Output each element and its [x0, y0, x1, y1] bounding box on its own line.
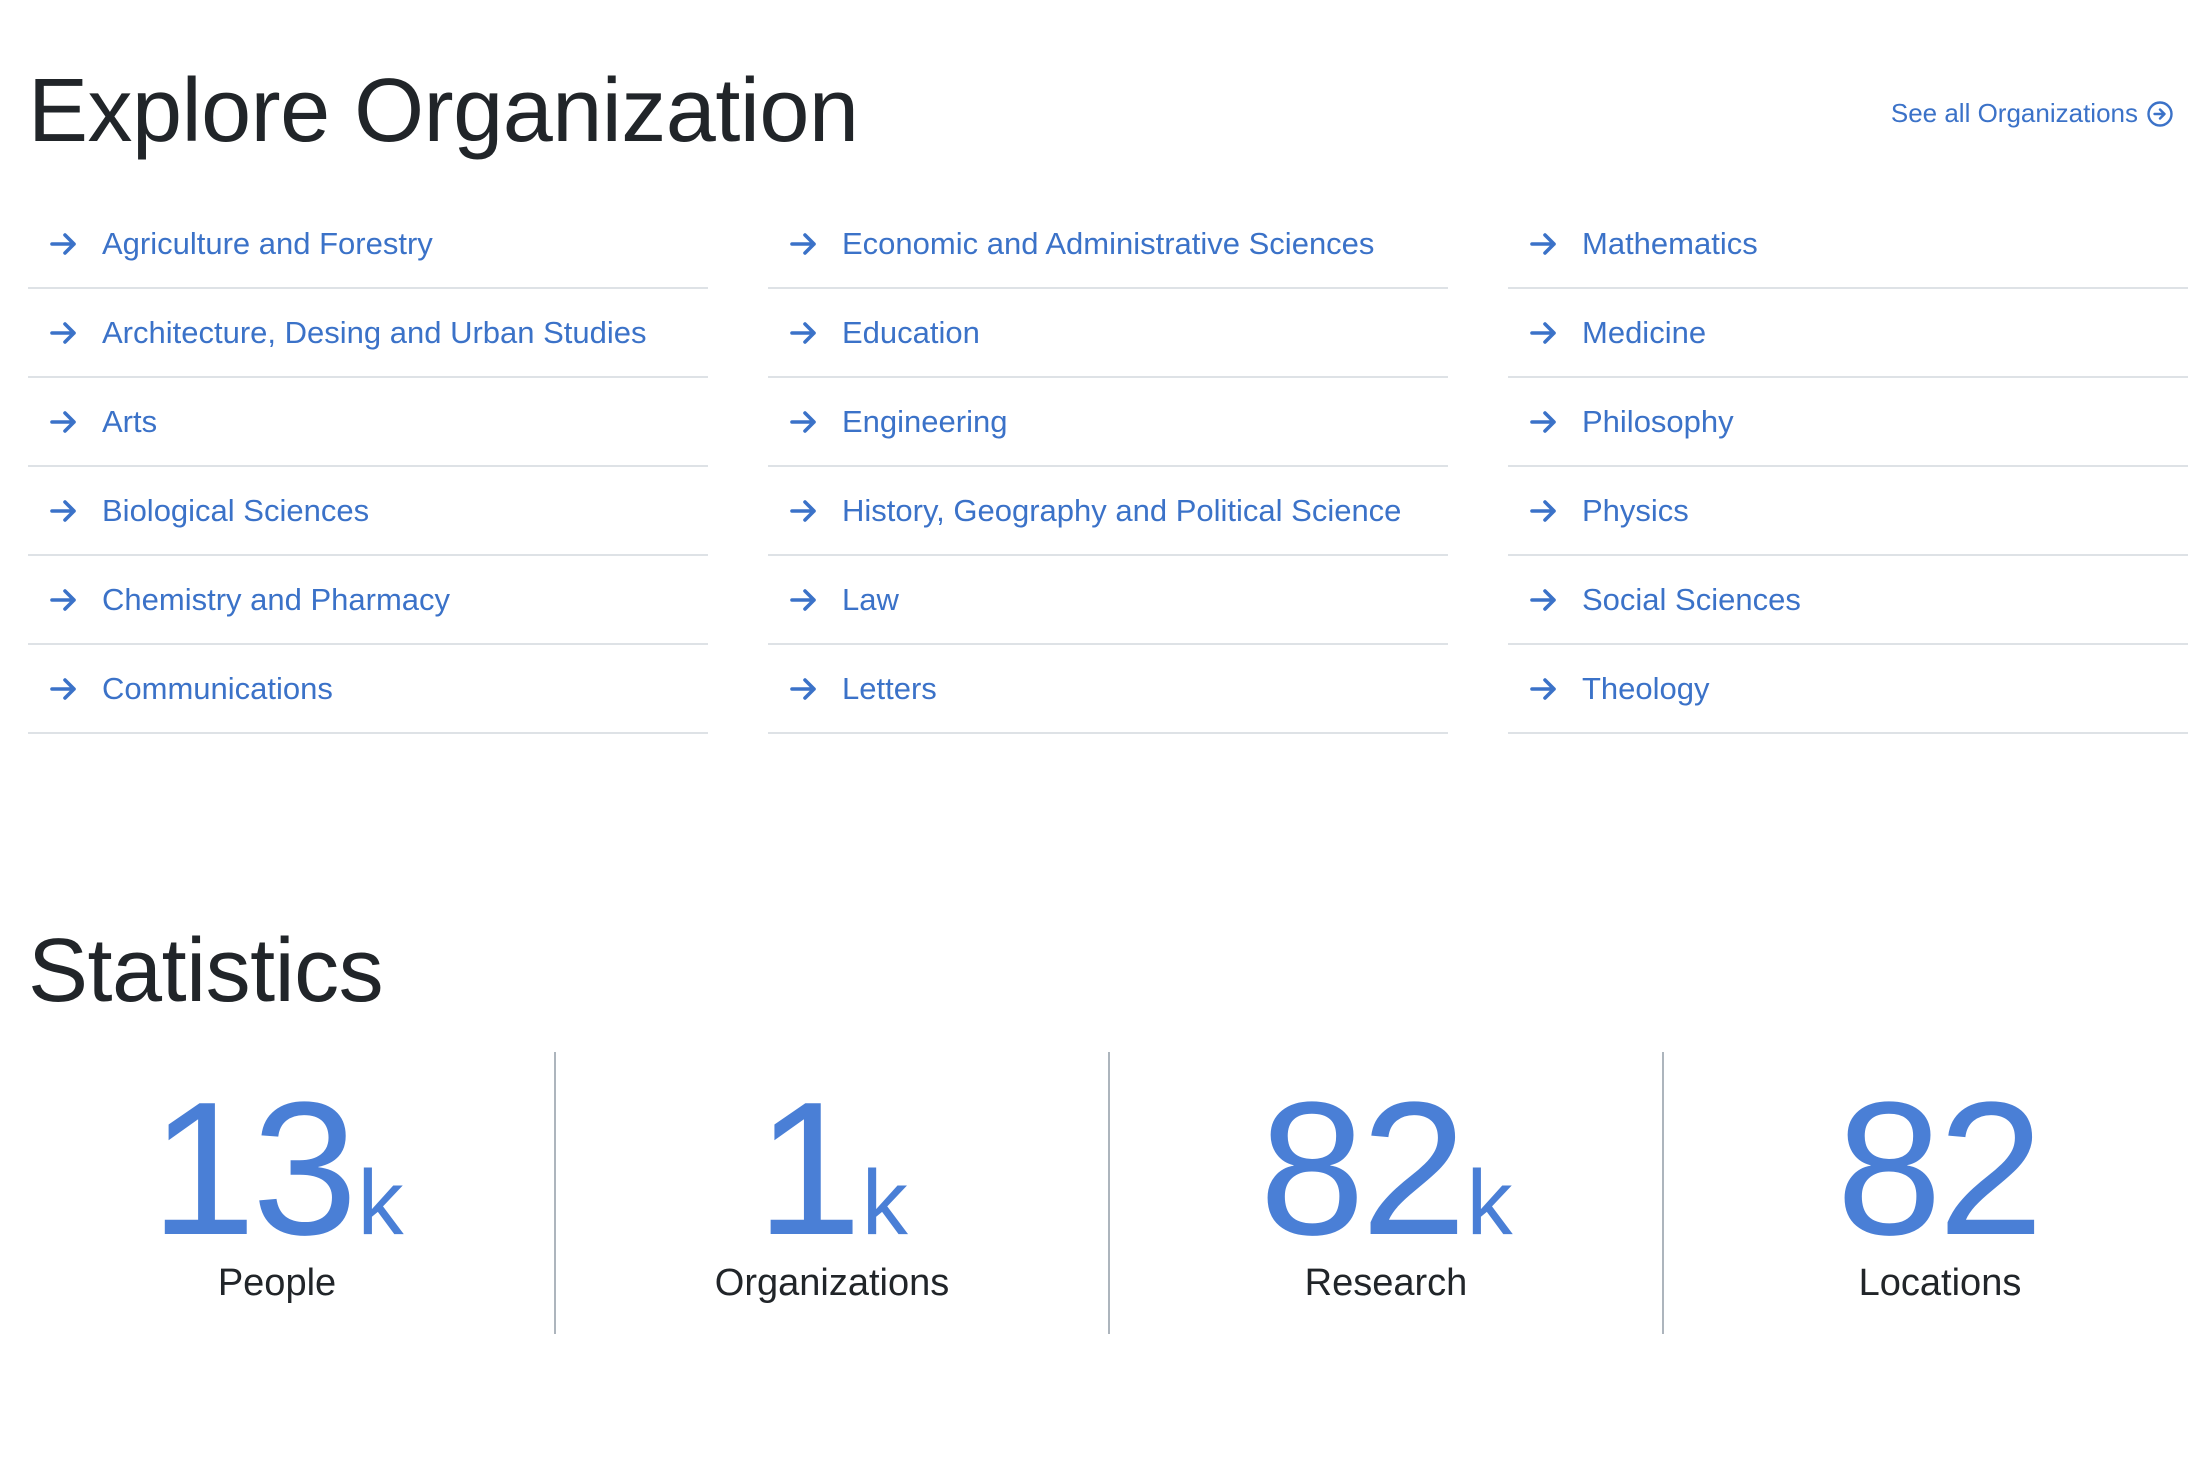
- stat-locations: 82 Locations: [1662, 1052, 2188, 1334]
- organization-link-item[interactable]: Biological Sciences: [28, 467, 708, 556]
- stat-number: 82: [1259, 1063, 1466, 1275]
- organization-link-item[interactable]: Theology: [1508, 645, 2188, 734]
- arrow-right-icon: [1528, 228, 1560, 260]
- stat-number: 1: [756, 1063, 862, 1275]
- organization-link-item[interactable]: Economic and Administrative Sciences: [768, 200, 1448, 289]
- stat-unit: k: [861, 1152, 908, 1254]
- organization-link-label: Chemistry and Pharmacy: [102, 581, 451, 617]
- stat-value: 1k: [556, 1074, 1108, 1264]
- stat-research: 82k Research: [1108, 1052, 1662, 1334]
- organization-link-label: Philosophy: [1582, 403, 1734, 439]
- organization-link-label: Theology: [1582, 670, 1710, 706]
- organization-link-label: Education: [842, 314, 980, 350]
- stat-unit: k: [357, 1152, 404, 1254]
- organization-link-label: Economic and Administrative Sciences: [842, 225, 1375, 261]
- arrow-right-icon: [48, 406, 80, 438]
- organization-link-item[interactable]: Law: [768, 556, 1448, 645]
- stat-label: Locations: [1858, 1262, 2022, 1304]
- arrow-right-icon: [788, 584, 820, 616]
- organization-link-item[interactable]: Letters: [768, 645, 1448, 734]
- statistics-title: Statistics: [28, 921, 384, 1021]
- organization-link-item[interactable]: Physics: [1508, 467, 2188, 556]
- stat-organizations: 1k Organizations: [554, 1052, 1108, 1334]
- arrow-right-icon: [788, 406, 820, 438]
- arrow-right-icon: [788, 228, 820, 260]
- organization-link-item[interactable]: Agriculture and Forestry: [28, 200, 708, 289]
- stat-value: 13k: [0, 1074, 554, 1264]
- see-all-organizations-link[interactable]: See all Organizations: [1891, 98, 2174, 129]
- stat-value: 82: [1664, 1074, 2188, 1264]
- arrow-right-icon: [788, 495, 820, 527]
- stat-label: Organizations: [714, 1262, 950, 1304]
- organization-link-item[interactable]: Mathematics: [1508, 200, 2188, 289]
- organization-link-label: Medicine: [1582, 314, 1707, 350]
- organization-link-label: Letters: [842, 670, 937, 706]
- organization-link-label: Physics: [1582, 492, 1689, 528]
- organization-link-item[interactable]: History, Geography and Political Science: [768, 467, 1448, 556]
- arrow-right-icon: [1528, 673, 1560, 705]
- organization-column: Agriculture and Forestry Architecture, D…: [28, 200, 708, 734]
- organization-link-label: Architecture, Desing and Urban Studies: [102, 314, 647, 350]
- arrow-right-icon: [788, 317, 820, 349]
- organization-link-item[interactable]: Education: [768, 289, 1448, 378]
- arrow-right-icon: [48, 228, 80, 260]
- stat-number: 13: [150, 1063, 357, 1275]
- organization-link-label: Agriculture and Forestry: [102, 225, 433, 261]
- organization-link-item[interactable]: Arts: [28, 378, 708, 467]
- organization-link-item[interactable]: Communications: [28, 645, 708, 734]
- arrow-right-icon: [48, 584, 80, 616]
- statistics-row: 13k People 1k Organizations 82k Research…: [0, 1052, 2188, 1334]
- organization-category-grid: Agriculture and Forestry Architecture, D…: [28, 200, 2188, 734]
- organization-link-label: Arts: [102, 403, 158, 439]
- organization-link-label: History, Geography and Political Science: [842, 492, 1402, 528]
- organization-link-item[interactable]: Engineering: [768, 378, 1448, 467]
- organization-link-label: Communications: [102, 670, 333, 706]
- arrow-right-icon: [1528, 317, 1560, 349]
- organization-link-label: Mathematics: [1582, 225, 1758, 261]
- organization-column: Economic and Administrative Sciences Edu…: [768, 200, 1448, 734]
- organization-link-item[interactable]: Social Sciences: [1508, 556, 2188, 645]
- stat-unit: k: [1466, 1152, 1513, 1254]
- arrow-right-icon: [48, 495, 80, 527]
- stat-people: 13k People: [0, 1052, 554, 1334]
- organization-link-label: Engineering: [842, 403, 1008, 439]
- organization-link-item[interactable]: Architecture, Desing and Urban Studies: [28, 289, 708, 378]
- explore-organization-title: Explore Organization: [28, 61, 859, 161]
- stat-number: 82: [1836, 1063, 2043, 1275]
- organization-link-label: Law: [842, 581, 899, 617]
- arrow-right-circle-icon: [2146, 100, 2174, 128]
- organization-column: Mathematics Medicine Philosophy Physics …: [1508, 200, 2188, 734]
- stat-value: 82k: [1110, 1074, 1662, 1264]
- stat-label: People: [217, 1262, 337, 1304]
- organization-link-item[interactable]: Chemistry and Pharmacy: [28, 556, 708, 645]
- arrow-right-icon: [1528, 584, 1560, 616]
- organization-link-label: Biological Sciences: [102, 492, 370, 528]
- arrow-right-icon: [1528, 406, 1560, 438]
- organization-link-label: Social Sciences: [1582, 581, 1801, 617]
- arrow-right-icon: [1528, 495, 1560, 527]
- arrow-right-icon: [48, 673, 80, 705]
- organization-link-item[interactable]: Medicine: [1508, 289, 2188, 378]
- organization-link-item[interactable]: Philosophy: [1508, 378, 2188, 467]
- arrow-right-icon: [48, 317, 80, 349]
- arrow-right-icon: [788, 673, 820, 705]
- see-all-label: See all Organizations: [1890, 98, 2138, 128]
- stat-label: Research: [1304, 1262, 1468, 1304]
